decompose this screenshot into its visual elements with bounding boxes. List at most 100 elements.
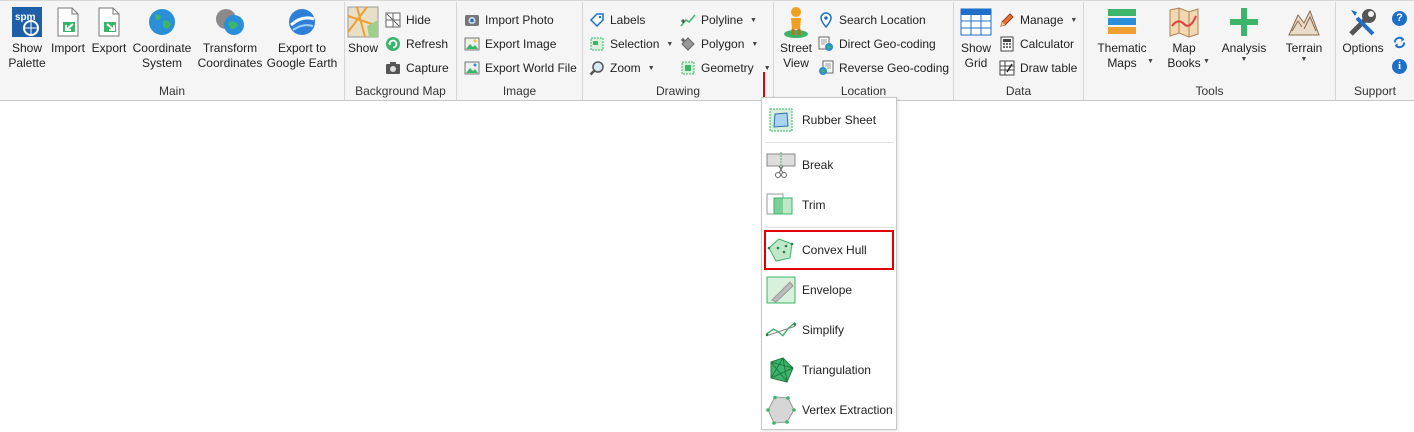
update-refresh-icon[interactable] xyxy=(1392,35,1407,50)
hide-map-button[interactable]: Hide xyxy=(385,9,431,31)
export-icon xyxy=(92,5,126,39)
group-image: Import Photo Export Image Export World F… xyxy=(457,2,583,100)
export-google-earth-label-1: Export to xyxy=(277,41,327,55)
refresh-map-button[interactable]: Refresh xyxy=(385,33,448,55)
ribbon-toolbar: spm Show Palette Import Export Coordinate… xyxy=(0,0,1414,101)
polygon-dropdown-icon[interactable]: ▼ xyxy=(751,41,758,48)
export-button[interactable]: Export xyxy=(90,5,128,56)
labels-button[interactable]: Labels xyxy=(589,9,645,31)
reverse-geocoding-label: Reverse Geo-coding xyxy=(839,61,950,75)
thematic-maps-icon xyxy=(1105,5,1139,39)
polygon-button[interactable]: Polygon ▼ xyxy=(680,33,758,55)
group-label-data: Data xyxy=(1005,84,1032,98)
zoom-button[interactable]: Zoom ▼ xyxy=(589,57,655,79)
export-label: Export xyxy=(91,41,127,55)
selection-button[interactable]: Selection ▼ xyxy=(589,33,673,55)
hide-grid-icon xyxy=(385,12,401,28)
analysis-button[interactable]: Analysis ▼ xyxy=(1220,5,1268,64)
terrain-button[interactable]: Terrain ▼ xyxy=(1282,5,1326,64)
calculator-label: Calculator xyxy=(1020,37,1075,51)
direct-geocoding-button[interactable]: Direct Geo-coding xyxy=(818,33,936,55)
info-icon[interactable]: i xyxy=(1392,59,1407,74)
export-image-button[interactable]: Export Image xyxy=(464,33,556,55)
location-pin-icon xyxy=(818,12,834,28)
show-map-button[interactable]: Show xyxy=(345,5,381,56)
plus-analysis-icon xyxy=(1227,5,1261,39)
manage-button[interactable]: Manage ▼ xyxy=(999,9,1077,31)
zoom-dropdown-icon[interactable]: ▼ xyxy=(648,65,655,72)
geometry-label: Geometry xyxy=(701,61,754,75)
map-books-label-1: Map xyxy=(1172,41,1196,55)
draw-table-button[interactable]: Draw table xyxy=(999,57,1077,79)
transform-coordinates-button[interactable]: Transform Coordinates xyxy=(196,5,264,71)
menu-item-rubber-sheet[interactable]: Rubber Sheet xyxy=(766,102,894,138)
selection-dropdown-icon[interactable]: ▼ xyxy=(666,41,673,48)
calculator-icon xyxy=(999,36,1015,52)
show-grid-label-1: Show xyxy=(960,41,992,55)
menu-item-break[interactable]: Break xyxy=(766,147,894,183)
menu-item-envelope[interactable]: Envelope xyxy=(766,272,894,308)
import-photo-button[interactable]: Import Photo xyxy=(464,9,554,31)
geometry-button[interactable]: Geometry ▼ xyxy=(680,57,771,79)
manage-dropdown-icon[interactable]: ▼ xyxy=(1070,17,1077,24)
thematic-maps-label-2: Maps xyxy=(1107,56,1137,70)
geometry-dropdown-icon[interactable]: ▼ xyxy=(764,65,771,72)
group-tools: Thematic Maps ▼ Map Books ▼ Analysis ▼ Ter… xyxy=(1084,2,1336,100)
menu-separator xyxy=(766,227,894,228)
trim-icon xyxy=(766,190,796,220)
help-icon[interactable]: ? xyxy=(1392,11,1407,26)
export-world-file-button[interactable]: Export World File xyxy=(464,57,577,79)
menu-item-trim[interactable]: Trim xyxy=(766,187,894,223)
analysis-dropdown-icon[interactable]: ▼ xyxy=(1241,56,1248,64)
camera-icon xyxy=(385,60,401,76)
export-image-label: Export Image xyxy=(485,37,557,51)
draw-table-label: Draw table xyxy=(1020,61,1078,75)
selection-icon xyxy=(589,36,605,52)
selection-label: Selection xyxy=(610,37,660,51)
group-label-image: Image xyxy=(502,84,537,98)
globe-icon xyxy=(145,5,179,39)
search-location-button[interactable]: Search Location xyxy=(818,9,926,31)
pencil-icon xyxy=(999,12,1015,28)
capture-map-button[interactable]: Capture xyxy=(385,57,449,79)
reverse-geocoding-button[interactable]: Reverse Geo-coding xyxy=(818,57,949,79)
triangulation-icon xyxy=(766,355,796,385)
show-map-label: Show xyxy=(347,41,379,55)
polyline-dropdown-icon[interactable]: ▼ xyxy=(750,17,757,24)
thematic-maps-button[interactable]: Thematic Maps xyxy=(1096,5,1148,71)
terrain-dropdown-icon[interactable]: ▼ xyxy=(1301,56,1308,64)
show-grid-button[interactable]: Show Grid xyxy=(958,5,994,71)
menu-item-simplify[interactable]: Simplify xyxy=(766,312,894,348)
show-grid-label-2: Grid xyxy=(964,56,988,70)
street-view-button[interactable]: Street View xyxy=(776,5,816,71)
polyline-label: Polyline xyxy=(701,13,744,27)
transform-coordinates-label-1: Transform xyxy=(202,41,258,55)
group-support: Options ? i Support xyxy=(1336,2,1414,100)
group-main: spm Show Palette Import Export Coordinate… xyxy=(0,2,345,100)
polyline-button[interactable]: Polyline ▼ xyxy=(680,9,757,31)
coordinate-system-label-2: System xyxy=(141,56,182,70)
show-palette-button[interactable]: spm Show Palette xyxy=(6,5,48,71)
map-books-button[interactable]: Map Books xyxy=(1164,5,1204,71)
world-file-icon xyxy=(464,60,480,76)
envelope-label: Envelope xyxy=(802,283,853,297)
menu-item-vertex-extraction[interactable]: Vertex Extraction xyxy=(766,392,894,428)
map-books-label-2: Books xyxy=(1167,56,1201,70)
street-view-label-2: View xyxy=(783,56,809,70)
rubber-sheet-label: Rubber Sheet xyxy=(802,113,877,127)
thematic-maps-dropdown-icon[interactable]: ▼ xyxy=(1147,58,1154,66)
map-books-dropdown-icon[interactable]: ▼ xyxy=(1203,58,1210,66)
coordinate-system-button[interactable]: Coordinate System xyxy=(131,5,193,71)
reverse-geocoding-icon xyxy=(818,60,834,76)
calculator-button[interactable]: Calculator xyxy=(999,33,1074,55)
map-books-icon xyxy=(1167,5,1201,39)
import-button[interactable]: Import xyxy=(49,5,87,56)
group-label-main: Main xyxy=(158,84,185,98)
export-google-earth-button[interactable]: Export to Google Earth xyxy=(266,5,338,71)
direct-geocoding-label: Direct Geo-coding xyxy=(839,37,936,51)
options-button[interactable]: Options xyxy=(1340,5,1386,56)
menu-item-triangulation[interactable]: Triangulation xyxy=(766,352,894,388)
show-palette-label-2: Palette xyxy=(8,56,46,70)
options-label: Options xyxy=(1342,41,1384,55)
thematic-maps-label-1: Thematic xyxy=(1097,41,1147,55)
